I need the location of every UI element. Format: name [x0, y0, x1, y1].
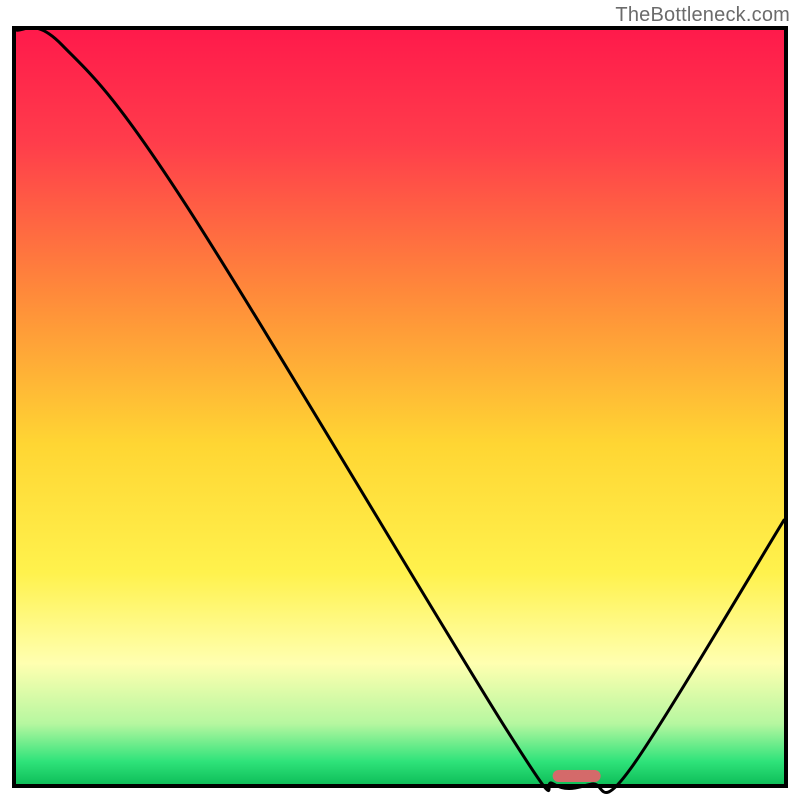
watermark-text: TheBottleneck.com — [615, 4, 790, 27]
chart-svg — [0, 0, 800, 800]
bottleneck-chart: TheBottleneck.com — [0, 0, 800, 800]
gradient-background — [16, 30, 784, 784]
optimum-marker — [553, 770, 601, 782]
